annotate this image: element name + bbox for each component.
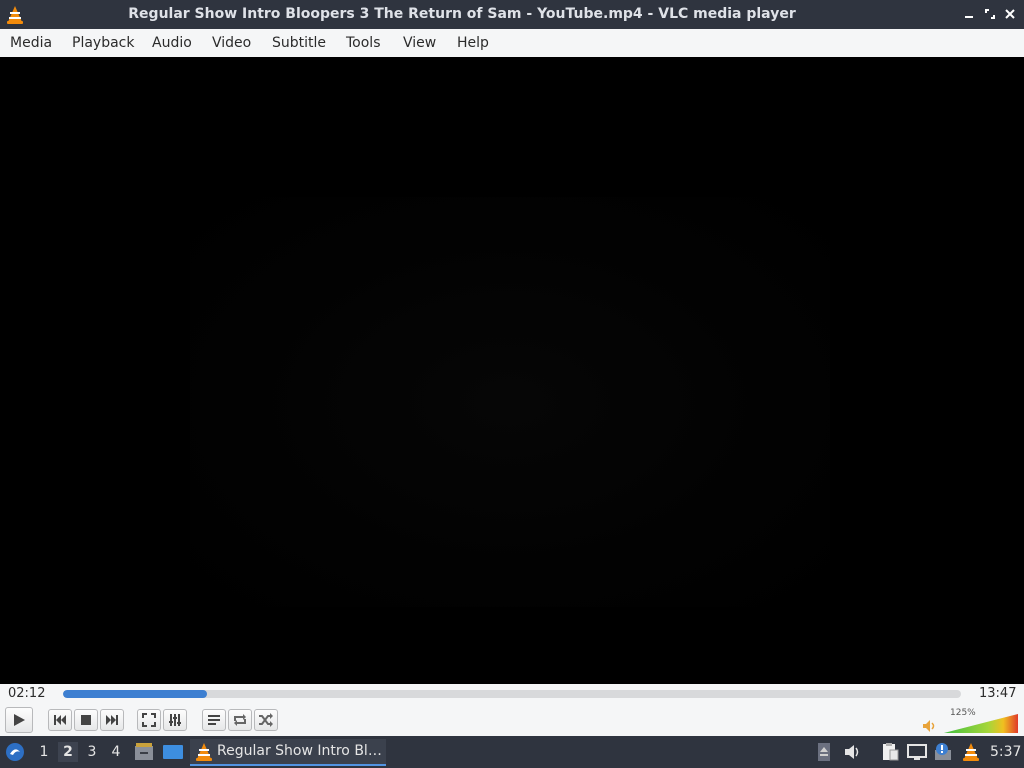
- restore-icon[interactable]: [984, 8, 996, 20]
- start-menu-icon[interactable]: [5, 742, 25, 766]
- volume-slider[interactable]: [944, 712, 1020, 738]
- stop-icon: [80, 714, 92, 726]
- stop-button[interactable]: [74, 709, 98, 731]
- vlc-task-icon: [195, 742, 213, 765]
- file-manager-icon[interactable]: [134, 742, 154, 766]
- workspace-1[interactable]: 1: [34, 742, 54, 762]
- window-title: Regular Show Intro Bloopers 3 The Return…: [128, 6, 796, 22]
- seek-progress-fill: [63, 690, 207, 698]
- workspace-2[interactable]: 2: [58, 742, 78, 762]
- seek-slider[interactable]: [63, 690, 961, 698]
- play-icon: [12, 713, 26, 727]
- loop-button[interactable]: [228, 709, 252, 731]
- vlc-tray-icon[interactable]: [962, 742, 980, 762]
- menu-audio[interactable]: Audio: [142, 29, 202, 57]
- clipboard-icon[interactable]: [880, 742, 900, 762]
- taskbar-task-vlc[interactable]: Regular Show Intro Bl…: [190, 739, 386, 766]
- playlist-icon: [207, 714, 221, 726]
- task-label: Regular Show Intro Bl…: [217, 743, 382, 759]
- shuffle-button[interactable]: [254, 709, 278, 731]
- previous-icon: [53, 714, 67, 726]
- update-notification-icon[interactable]: [934, 742, 954, 762]
- vlc-logo-icon: [6, 5, 24, 28]
- menu-tools[interactable]: Tools: [336, 29, 391, 57]
- loop-icon: [232, 713, 248, 727]
- title-bar: Regular Show Intro Bloopers 3 The Return…: [0, 0, 1024, 29]
- total-time: 13:47: [979, 686, 1017, 701]
- previous-button[interactable]: [48, 709, 72, 731]
- menu-subtitle[interactable]: Subtitle: [262, 29, 336, 57]
- video-frame: [190, 197, 830, 607]
- show-desktop-icon[interactable]: [162, 743, 184, 765]
- next-icon: [105, 714, 119, 726]
- eject-icon[interactable]: [816, 742, 832, 762]
- next-button[interactable]: [100, 709, 124, 731]
- network-icon[interactable]: [907, 742, 927, 762]
- menu-video[interactable]: Video: [202, 29, 261, 57]
- elapsed-time: 02:12: [8, 686, 46, 701]
- menu-media[interactable]: Media: [0, 29, 62, 57]
- fullscreen-icon: [142, 713, 156, 727]
- video-area[interactable]: [0, 57, 1024, 684]
- extended-settings-icon: [168, 713, 182, 727]
- workspace-4[interactable]: 4: [106, 742, 126, 762]
- workspace-3[interactable]: 3: [82, 742, 102, 762]
- volume-tray-icon[interactable]: [844, 742, 862, 762]
- speaker-icon[interactable]: [922, 718, 938, 737]
- close-icon[interactable]: [1004, 8, 1016, 20]
- playlist-button[interactable]: [202, 709, 226, 731]
- shuffle-icon: [258, 713, 274, 727]
- menu-view[interactable]: View: [393, 29, 446, 57]
- play-button[interactable]: [5, 707, 33, 733]
- clock[interactable]: 5:37: [990, 736, 1021, 768]
- minimize-icon[interactable]: [963, 8, 975, 20]
- fullscreen-button[interactable]: [137, 709, 161, 731]
- menu-help[interactable]: Help: [447, 29, 499, 57]
- controls-bar: [0, 704, 1024, 736]
- menu-playback[interactable]: Playback: [62, 29, 144, 57]
- taskbar: 1 2 3 4 Regular Show Intro Bl… 5:37: [0, 736, 1024, 768]
- volume-control[interactable]: 125%: [922, 708, 1022, 734]
- extended-settings-button[interactable]: [163, 709, 187, 731]
- seek-row: 02:12 13:47: [0, 684, 1024, 704]
- menu-bar: Media Playback Audio Video Subtitle Tool…: [0, 29, 1024, 58]
